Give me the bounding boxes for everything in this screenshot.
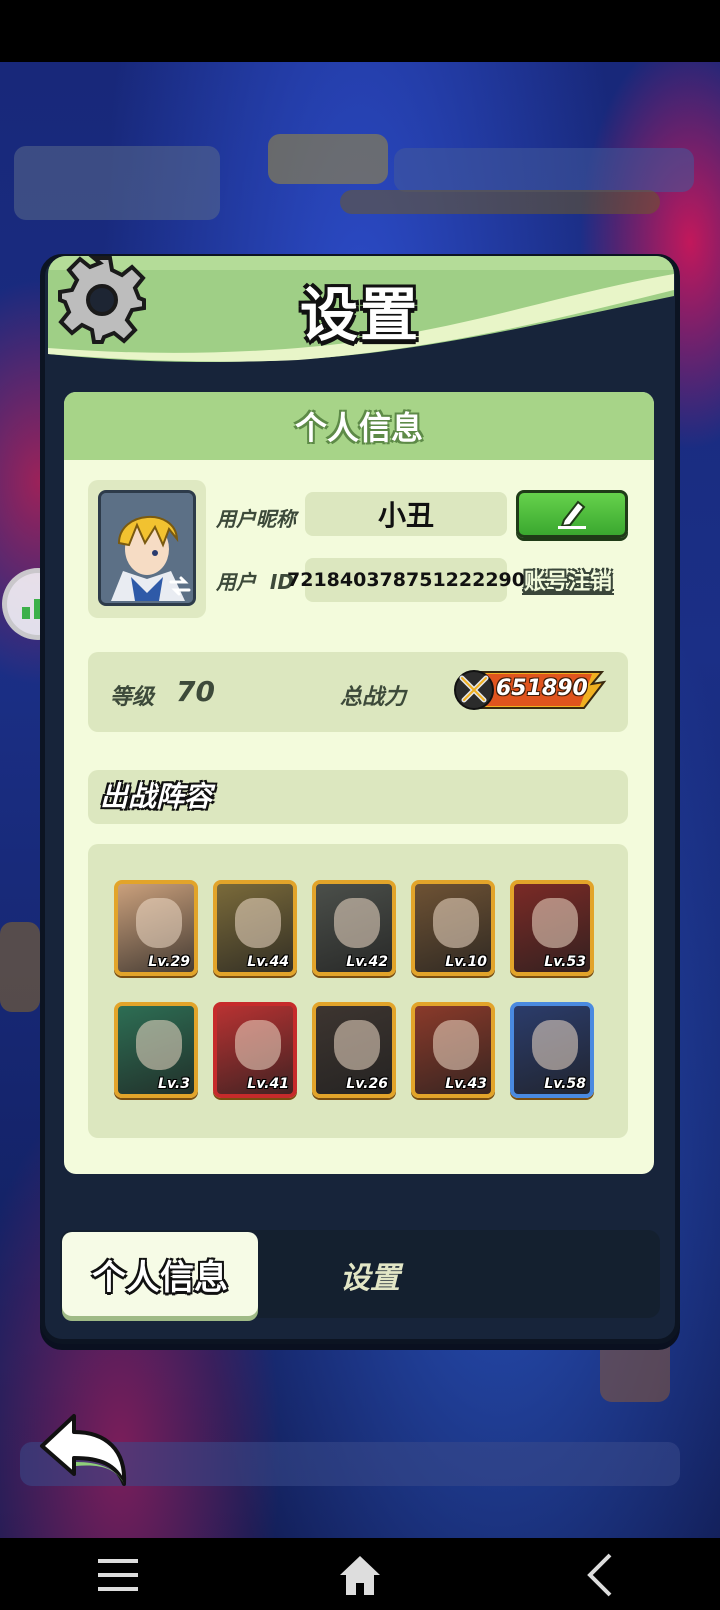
- menu-icon: [98, 1559, 138, 1591]
- hero-level: Lv.41: [247, 1076, 289, 1092]
- tab-personal-info[interactable]: 个人信息: [62, 1232, 258, 1316]
- hero-portrait: [532, 898, 578, 948]
- nickname-label: 用户昵称: [216, 507, 296, 531]
- hero-slot[interactable]: Lv.41: [213, 1002, 297, 1098]
- level-value: 70: [176, 675, 215, 708]
- hero-level: Lv.26: [346, 1076, 388, 1092]
- hero-portrait: [532, 1020, 578, 1070]
- status-bar: [0, 0, 720, 62]
- hero-level: Lv.29: [148, 954, 190, 970]
- recent-apps-button[interactable]: [88, 1550, 148, 1600]
- hero-level: Lv.10: [445, 954, 487, 970]
- user-id-field: 721840378751222290: [287, 558, 525, 602]
- hero-portrait: [433, 898, 479, 948]
- back-button[interactable]: [570, 1550, 630, 1600]
- hero-slot[interactable]: Lv.58: [510, 1002, 594, 1098]
- hero-level: Lv.3: [158, 1076, 190, 1092]
- hero-level: Lv.44: [247, 954, 289, 970]
- dialog-title: 设置: [299, 281, 420, 349]
- hero-slot[interactable]: Lv.44: [213, 880, 297, 976]
- home-button[interactable]: [330, 1550, 390, 1600]
- hero-portrait: [334, 898, 380, 948]
- card-header: 个人信息: [64, 392, 654, 460]
- crossed-swords-icon: [459, 675, 489, 703]
- switch-arrows-icon: [169, 576, 191, 596]
- hero-portrait: [136, 1020, 182, 1070]
- power-value: 651890: [496, 676, 588, 701]
- tab-settings[interactable]: 设置: [300, 1250, 440, 1300]
- hero-portrait: [136, 898, 182, 948]
- power-badge: 651890: [452, 668, 608, 712]
- power-label: 总战力: [340, 685, 407, 710]
- nickname-field: 小丑: [305, 492, 507, 536]
- hero-level: Lv.58: [544, 1076, 586, 1092]
- avatar-frame[interactable]: [88, 480, 206, 618]
- hero-slot[interactable]: Lv.43: [411, 1002, 495, 1098]
- hero-portrait: [235, 1020, 281, 1070]
- hero-portrait: [334, 1020, 380, 1070]
- hero-slot[interactable]: Lv.26: [312, 1002, 396, 1098]
- hero-level: Lv.53: [544, 954, 586, 970]
- lineup-title: 出战阵容: [88, 770, 628, 824]
- edit-nickname-button[interactable]: [516, 490, 628, 538]
- system-nav-bar: [0, 1538, 720, 1610]
- back-arrow-icon[interactable]: [36, 1410, 132, 1490]
- hero-level: Lv.42: [346, 954, 388, 970]
- pencil-icon: [558, 500, 586, 529]
- hero-slot[interactable]: Lv.42: [312, 880, 396, 976]
- level-label: 等级: [110, 685, 155, 710]
- hero-slot[interactable]: Lv.53: [510, 880, 594, 976]
- hero-slot[interactable]: Lv.29: [114, 880, 198, 976]
- hero-slot[interactable]: Lv.10: [411, 880, 495, 976]
- cancel-account-link[interactable]: 账号注销: [524, 564, 612, 596]
- home-icon: [340, 1556, 380, 1595]
- hero-portrait: [433, 1020, 479, 1070]
- hero-slot[interactable]: Lv.3: [114, 1002, 198, 1098]
- user-id-label: 用户 ID: [216, 570, 294, 594]
- avatar[interactable]: [98, 490, 196, 606]
- chevron-left-icon: [587, 1553, 612, 1597]
- hero-portrait: [235, 898, 281, 948]
- hero-level: Lv.43: [445, 1076, 487, 1092]
